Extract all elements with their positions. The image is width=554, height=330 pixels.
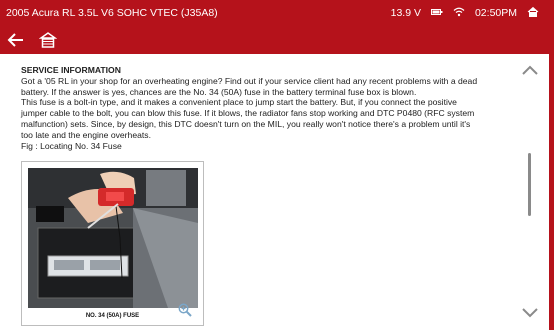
article-line: jumper cable to the bolt, you can blow t… [21, 108, 475, 119]
scrollbar-thumb[interactable] [528, 153, 531, 216]
article-line: Got a '05 RL in your shop for an overhea… [21, 75, 478, 86]
home-status-icon[interactable] [527, 6, 539, 21]
article-line: too late and the engine overheats. [21, 129, 151, 140]
voltage-readout: 13.9 V [390, 7, 421, 19]
article-line: malfunction) sets. Since, by design, thi… [21, 118, 471, 129]
home-icon[interactable] [38, 30, 58, 50]
section-heading: SERVICE INFORMATION [21, 65, 121, 75]
wifi-icon [453, 7, 465, 20]
article-line: battery. If the answer is yes, chances a… [21, 86, 417, 97]
article-content: SERVICE INFORMATION Got a '05 RL in your… [0, 54, 549, 330]
fuse-figure[interactable]: NO. 34 (50A) FUSE [21, 161, 204, 326]
back-arrow-icon[interactable] [6, 30, 26, 50]
chevron-down-icon[interactable] [521, 306, 539, 324]
chevron-up-icon[interactable] [521, 63, 539, 81]
device-frame: 2005 Acura RL 3.5L V6 SOHC VTEC (J35A8) … [0, 0, 554, 330]
screen: 2005 Acura RL 3.5L V6 SOHC VTEC (J35A8) … [0, 0, 549, 330]
battery-icon [430, 7, 443, 19]
status-bar: 2005 Acura RL 3.5L V6 SOHC VTEC (J35A8) … [0, 0, 549, 26]
figure-caption: NO. 34 (50A) FUSE [85, 313, 140, 319]
vehicle-title: 2005 Acura RL 3.5L V6 SOHC VTEC (J35A8) [6, 7, 218, 19]
zoom-in-icon[interactable] [178, 303, 192, 322]
figure-label: Fig : Locating No. 34 Fuse [21, 140, 122, 151]
clock-time: 02:50PM [474, 7, 517, 19]
toolbar [0, 26, 549, 54]
article-body: SERVICE INFORMATION Got a '05 RL in your… [21, 65, 521, 151]
article-line: This fuse is a bolt-in type, and it make… [21, 97, 457, 108]
fuse-photo [28, 168, 198, 308]
status-indicators: 13.9 V 02:50PM [391, 6, 543, 21]
